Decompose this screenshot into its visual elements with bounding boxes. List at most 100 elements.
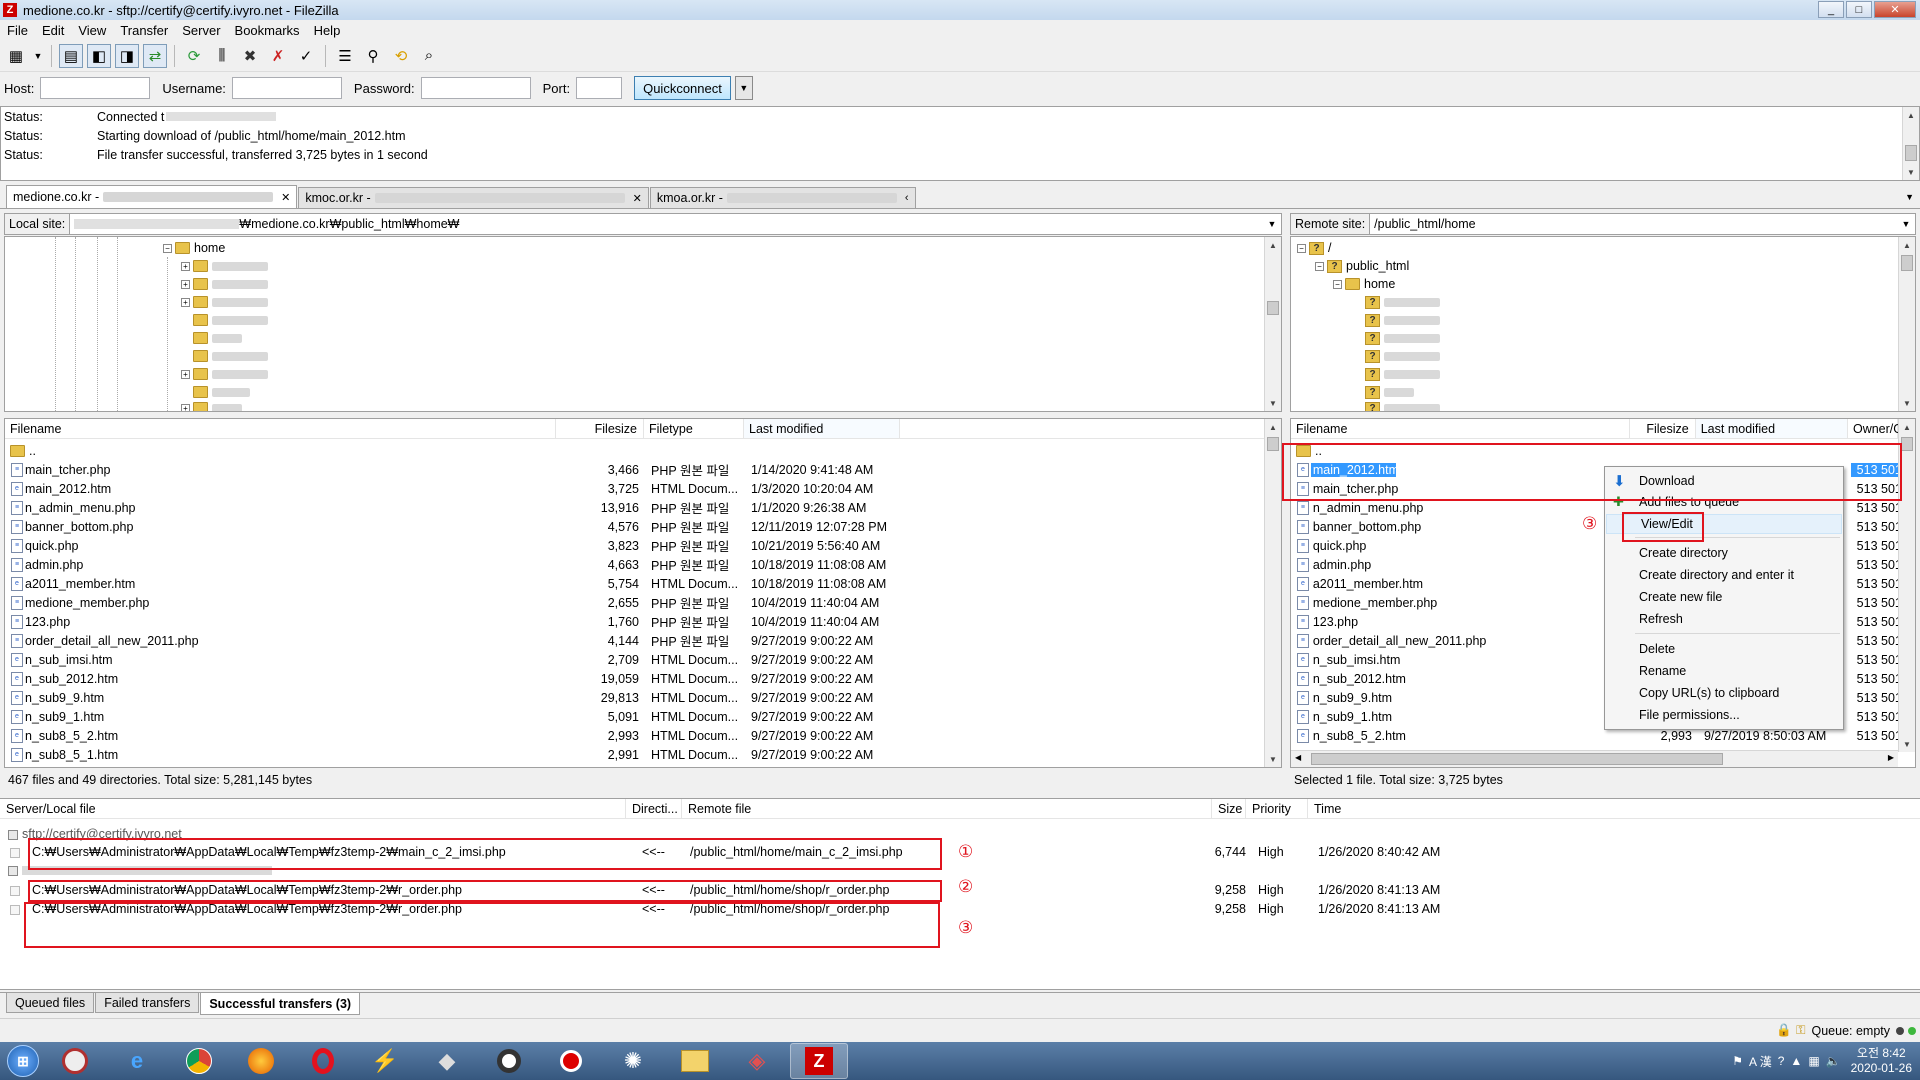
password-input[interactable] xyxy=(420,77,531,99)
local-site-dropdown-icon[interactable]: ▼ xyxy=(1263,219,1281,229)
network-tray-icon[interactable]: ▦ xyxy=(1808,1054,1819,1068)
local-file-row[interactable]: e n_sub8_5_1.htm 2,991 HTML Docum... 9/27/20… xyxy=(5,745,1265,764)
refresh-icon[interactable]: ⟳ xyxy=(182,44,206,68)
local-col-filesize[interactable]: Filesize xyxy=(556,419,644,438)
ctx-create-new-file[interactable]: Create new file xyxy=(1605,587,1843,607)
queue-row[interactable]: C:₩Users₩Administrator₩AppData₩Local₩Tem… xyxy=(0,845,1500,863)
volume-icon[interactable]: 🔈 xyxy=(1826,1054,1841,1068)
filezilla-icon[interactable]: Z xyxy=(790,1043,848,1079)
ctx-rename[interactable]: Rename xyxy=(1605,661,1843,681)
local-site-path[interactable]: ₩medione.co.kr₩public_html₩home₩ xyxy=(239,217,459,231)
local-file-row[interactable]: ≡ main_tcher.php 3,466 PHP 원본 파일 1/14/2020 9… xyxy=(5,460,1265,479)
sync-browse-icon[interactable]: ⚲ xyxy=(361,44,385,68)
tree-node[interactable] xyxy=(193,329,242,347)
tab-successful-transfers[interactable]: Successful transfers (3) xyxy=(200,993,361,1015)
search-icon[interactable]: ⌕ xyxy=(417,44,441,68)
ime-indicator[interactable]: A 漢 xyxy=(1749,1053,1772,1070)
tree-node[interactable]: ? xyxy=(1365,347,1440,365)
tree-node[interactable] xyxy=(193,311,268,329)
tab-scroll-icon[interactable]: ‹ xyxy=(905,192,909,204)
tray-flag-icon[interactable]: ⚑ xyxy=(1732,1054,1743,1068)
local-file-row[interactable]: e n_sub9_9.htm 29,813 HTML Docum... 9/27/201… xyxy=(5,688,1265,707)
tree-node-home[interactable]: − home xyxy=(1333,275,1395,293)
tree-node[interactable]: + xyxy=(181,257,268,275)
compare-icon[interactable]: ⟲ xyxy=(389,44,413,68)
menu-help[interactable]: Help xyxy=(307,23,348,38)
tree-node-root[interactable]: −? / xyxy=(1297,239,1331,257)
tab-queued-files[interactable]: Queued files xyxy=(6,993,95,1013)
tab-list-dropdown-icon[interactable]: ▼ xyxy=(1905,192,1914,202)
ctx-create-directory-enter[interactable]: Create directory and enter it xyxy=(1605,565,1843,585)
port-input[interactable] xyxy=(576,77,623,99)
tree-node[interactable]: ? xyxy=(1365,293,1440,311)
ctx-delete[interactable]: Delete xyxy=(1605,639,1843,659)
menu-bookmarks[interactable]: Bookmarks xyxy=(228,23,307,38)
network-icon[interactable]: ✺ xyxy=(604,1043,662,1079)
remote-col-last-modified[interactable]: Last modified xyxy=(1695,419,1848,438)
tree-node[interactable]: + xyxy=(181,293,268,311)
local-col-filename[interactable]: Filename xyxy=(5,419,556,438)
local-file-row[interactable]: e main_2012.htm 3,725 HTML Docum... 1/3/2020… xyxy=(5,479,1265,498)
toggle-remote-tree-icon[interactable]: ◨ xyxy=(115,43,139,68)
close-tab-icon[interactable]: ✕ xyxy=(281,191,290,204)
tree-node[interactable]: ? xyxy=(1365,311,1440,329)
menu-server[interactable]: Server xyxy=(175,23,227,38)
remote-list-scrollbar[interactable]: ▲ ▼ xyxy=(1898,419,1915,752)
firefox-icon[interactable] xyxy=(232,1043,290,1079)
explorer-icon[interactable] xyxy=(666,1043,724,1079)
toggle-queue-icon[interactable]: ⇄ xyxy=(143,43,167,68)
ctx-view-edit[interactable]: View/Edit xyxy=(1606,514,1842,534)
menu-transfer[interactable]: Transfer xyxy=(113,23,175,38)
local-file-row[interactable]: ≡ banner_bottom.php 4,576 PHP 원본 파일 12/11/20… xyxy=(5,517,1265,536)
tree-node[interactable]: ? xyxy=(1365,329,1440,347)
menu-file[interactable]: File xyxy=(0,23,35,38)
tree-node[interactable]: + xyxy=(181,365,268,383)
tab-failed-transfers[interactable]: Failed transfers xyxy=(95,993,200,1013)
local-file-row[interactable]: ≡ quick.php 3,823 PHP 원본 파일 10/21/2019 5:56:… xyxy=(5,536,1265,555)
directory-filter-icon[interactable]: ☰ xyxy=(333,44,357,68)
toggle-message-log-icon[interactable]: ▤ xyxy=(59,43,83,68)
queue-col-time[interactable]: Time xyxy=(1308,799,1458,818)
ctx-refresh[interactable]: Refresh xyxy=(1605,609,1843,629)
local-file-row[interactable]: ≡ medione_member.php 2,655 PHP 원본 파일 10/4/20… xyxy=(5,593,1265,612)
queue-col-remote[interactable]: Remote file xyxy=(682,799,1212,818)
start-button[interactable]: ⊞ xyxy=(0,1042,46,1080)
ctx-download[interactable]: ⬇ Download xyxy=(1605,471,1843,491)
remote-site-dropdown-icon[interactable]: ▼ xyxy=(1897,219,1915,229)
local-col-last-modified[interactable]: Last modified xyxy=(744,419,900,438)
tree-node[interactable]: + xyxy=(181,399,242,411)
quickconnect-dropdown-icon[interactable]: ▼ xyxy=(734,76,753,100)
disconnect-icon[interactable]: ✗ xyxy=(266,44,290,68)
tab-kmoc[interactable]: kmoc.or.kr - ✕ xyxy=(298,187,649,208)
local-file-row[interactable]: ≡ order_detail_all_new_2011.php 4,144 PHP 원… xyxy=(5,631,1265,650)
host-input[interactable] xyxy=(40,77,151,99)
tree-node-public-html[interactable]: −? public_html xyxy=(1315,257,1409,275)
tab-medione[interactable]: medione.co.kr - ✕ xyxy=(6,185,298,208)
local-file-row[interactable]: ≡ 123.php 1,760 PHP 원본 파일 10/4/2019 11:40:04… xyxy=(5,612,1265,631)
maximize-button[interactable]: □ xyxy=(1846,1,1872,18)
tab-kmoa[interactable]: kmoa.or.kr - ‹ xyxy=(649,187,916,208)
remote-site-path[interactable]: /public_html/home xyxy=(1370,217,1897,231)
remote-tree-scrollbar[interactable]: ▲ ▼ xyxy=(1898,237,1915,411)
ie-icon[interactable]: e xyxy=(108,1043,166,1079)
local-file-row[interactable]: e a2011_member.htm 5,754 HTML Docum... 10/18… xyxy=(5,574,1265,593)
ctx-create-directory[interactable]: Create directory xyxy=(1605,543,1843,563)
menu-view[interactable]: View xyxy=(71,23,113,38)
site-manager-icon[interactable]: ▦ xyxy=(4,44,28,68)
process-queue-icon[interactable]: ⫼ xyxy=(210,44,234,68)
remote-parent-row[interactable]: .. xyxy=(1291,441,1891,460)
sublime-icon[interactable]: ⚡ xyxy=(356,1043,414,1079)
tree-node-home[interactable]: − home xyxy=(163,239,225,257)
local-file-row[interactable]: e n_sub8_5_2.htm 2,993 HTML Docum... 9/27/20… xyxy=(5,726,1265,745)
quickconnect-button[interactable]: Quickconnect xyxy=(634,76,731,100)
queue-col-direction[interactable]: Directi... xyxy=(626,799,682,818)
cancel-icon[interactable]: ✖ xyxy=(238,44,262,68)
local-list-scrollbar[interactable]: ▲ ▼ xyxy=(1264,419,1281,767)
close-button[interactable]: ✕ xyxy=(1874,1,1916,18)
local-file-row[interactable]: ≡ n_admin_menu.php 13,916 PHP 원본 파일 1/1/2020… xyxy=(5,498,1265,517)
local-file-row[interactable]: ≡ admin.php 4,663 PHP 원본 파일 10/18/2019 11:08… xyxy=(5,555,1265,574)
menu-edit[interactable]: Edit xyxy=(35,23,71,38)
clock[interactable]: 오전 8:42 2020-01-26 xyxy=(1851,1046,1912,1076)
queue-row[interactable]: C:₩Users₩Administrator₩AppData₩Local₩Tem… xyxy=(0,883,1500,901)
username-input[interactable] xyxy=(231,77,342,99)
